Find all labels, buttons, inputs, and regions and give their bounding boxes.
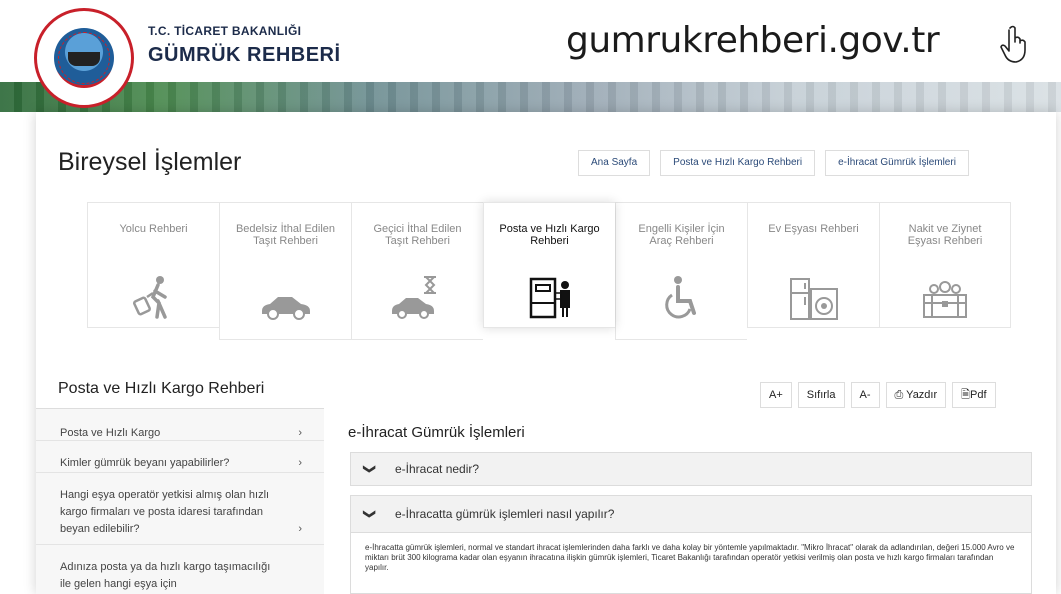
page-title: Bireysel İşlemler: [58, 148, 242, 176]
car-hourglass-icon: [388, 271, 448, 321]
chevron-right-icon: ›: [298, 457, 302, 469]
chevron-down-icon: ❯: [363, 508, 378, 520]
wheelchair-icon: [652, 271, 712, 321]
tile-postal-cargo-guide[interactable]: Posta ve Hızlı Kargo Rehberi: [483, 202, 615, 328]
panel-text: e-İhracatta gümrük işlemleri, normal ve …: [365, 543, 1015, 572]
tile-disabled-vehicle-guide[interactable]: Engelli Kişiler İçin Araç Rehberi: [615, 202, 747, 340]
printer-icon: ⎙: [894, 389, 907, 401]
link-postal-cargo-guide[interactable]: Posta ve Hızlı Kargo Rehberi: [660, 150, 816, 176]
site-header: T.C. TİCARET BAKANLIĞI GÜMRÜK REHBERİ gu…: [0, 0, 1061, 112]
tile-cash-jewelry-guide[interactable]: Nakit ve Ziynet Eşyası Rehberi: [879, 202, 1011, 328]
ship-emblem-icon: [54, 28, 114, 88]
print-button[interactable]: ⎙ Yazdır: [885, 382, 947, 408]
site-url-overlay: gumrukrehberi.gov.tr: [566, 20, 940, 61]
accordion-e-export-procedures[interactable]: ❯ e-İhracatta gümrük işlemleri nasıl yap…: [350, 495, 1032, 533]
section-title: Posta ve Hızlı Kargo Rehberi: [58, 380, 265, 397]
traveler-icon: [124, 271, 184, 321]
link-e-export-customs[interactable]: e-İhracat Gümrük İşlemleri: [825, 150, 969, 176]
tile-label: Posta ve Hızlı Kargo Rehberi: [499, 223, 600, 247]
accordion-panel: e-İhracatta gümrük işlemleri, normal ve …: [350, 533, 1032, 594]
pdf-label: Pdf: [970, 389, 987, 401]
sidebar-item-label: Posta ve Hızlı Kargo: [60, 427, 161, 439]
content-title: e-İhracat Gümrük İşlemleri: [348, 424, 525, 441]
hand-pointer-icon: [1000, 24, 1030, 70]
header-banner-image: [0, 82, 1061, 112]
tile-label: Ev Eşyası Rehberi: [768, 223, 859, 235]
household-appliances-icon: [784, 271, 844, 321]
font-decrease-button[interactable]: A-: [850, 382, 880, 408]
tile-duty-free-vehicle-guide[interactable]: Bedelsiz İthal Edilen Taşıt Rehberi: [219, 202, 351, 340]
sidebar-item-who-can-declare[interactable]: Kimler gümrük beyanı yapabilirler? ›: [36, 441, 324, 473]
tile-label: Bedelsiz İthal Edilen Taşıt Rehberi: [235, 223, 336, 247]
link-home[interactable]: Ana Sayfa: [578, 150, 651, 176]
tile-label: Geçici İthal Edilen Taşıt Rehberi: [373, 223, 462, 247]
treasure-chest-icon: [915, 271, 975, 321]
sidebar-item-label: Hangi eşya operatör yetkisi almış olan h…: [60, 489, 270, 535]
sidebar-item-goods-via-post[interactable]: Adınıza posta ya da hızlı kargo taşımacı…: [36, 545, 324, 594]
tile-label: Yolcu Rehberi: [119, 223, 188, 235]
pdf-file-icon: 🗎: [961, 389, 971, 401]
quick-links: Ana Sayfa Posta ve Hızlı Kargo Rehberi e…: [578, 150, 969, 176]
pdf-button[interactable]: 🗎Pdf: [952, 382, 996, 408]
sidebar-item-postal-cargo[interactable]: Posta ve Hızlı Kargo ›: [36, 409, 324, 441]
car-icon: [256, 271, 316, 321]
font-reset-button[interactable]: Sıfırla: [797, 382, 845, 408]
sidebar-item-label: Kimler gümrük beyanı yapabilirler?: [60, 457, 230, 469]
sidebar-item-label: Adınıza posta ya da hızlı kargo taşımacı…: [60, 561, 271, 590]
tile-passenger-guide[interactable]: Yolcu Rehberi: [87, 202, 219, 328]
accordion-what-is-e-export[interactable]: ❯ e-İhracat nedir?: [350, 452, 1032, 486]
accordion-label: e-İhracat nedir?: [395, 462, 480, 476]
text-tools: A+ Sıfırla A- ⎙ Yazdır 🗎Pdf: [760, 382, 996, 408]
chevron-down-icon: ❯: [363, 463, 378, 475]
guide-tiles: Yolcu Rehberi Bedelsiz İthal Edilen Taşı…: [87, 202, 1011, 340]
print-label: Yazdır: [906, 389, 938, 401]
tile-label: Nakit ve Ziynet Eşyası Rehberi: [907, 223, 983, 247]
tile-household-goods-guide[interactable]: Ev Eşyası Rehberi: [747, 202, 879, 328]
mailbox-courier-icon: [520, 271, 580, 321]
ministry-logo[interactable]: [34, 8, 134, 108]
site-brand[interactable]: GÜMRÜK REHBERİ: [148, 44, 341, 67]
font-increase-button[interactable]: A+: [760, 382, 792, 408]
tile-temporary-vehicle-guide[interactable]: Geçici İthal Edilen Taşıt Rehberi: [351, 202, 483, 340]
sidebar-item-which-goods[interactable]: Hangi eşya operatör yetkisi almış olan h…: [36, 473, 324, 545]
ministry-name: T.C. TİCARET BAKANLIĞI: [148, 24, 302, 38]
chevron-right-icon: ›: [298, 427, 302, 439]
sidebar-nav: Posta ve Hızlı Kargo › Kimler gümrük bey…: [36, 408, 324, 594]
accordion-label: e-İhracatta gümrük işlemleri nasıl yapıl…: [395, 507, 615, 521]
tile-label: Engelli Kişiler İçin Araç Rehberi: [638, 223, 725, 247]
chevron-right-icon: ›: [298, 523, 302, 535]
